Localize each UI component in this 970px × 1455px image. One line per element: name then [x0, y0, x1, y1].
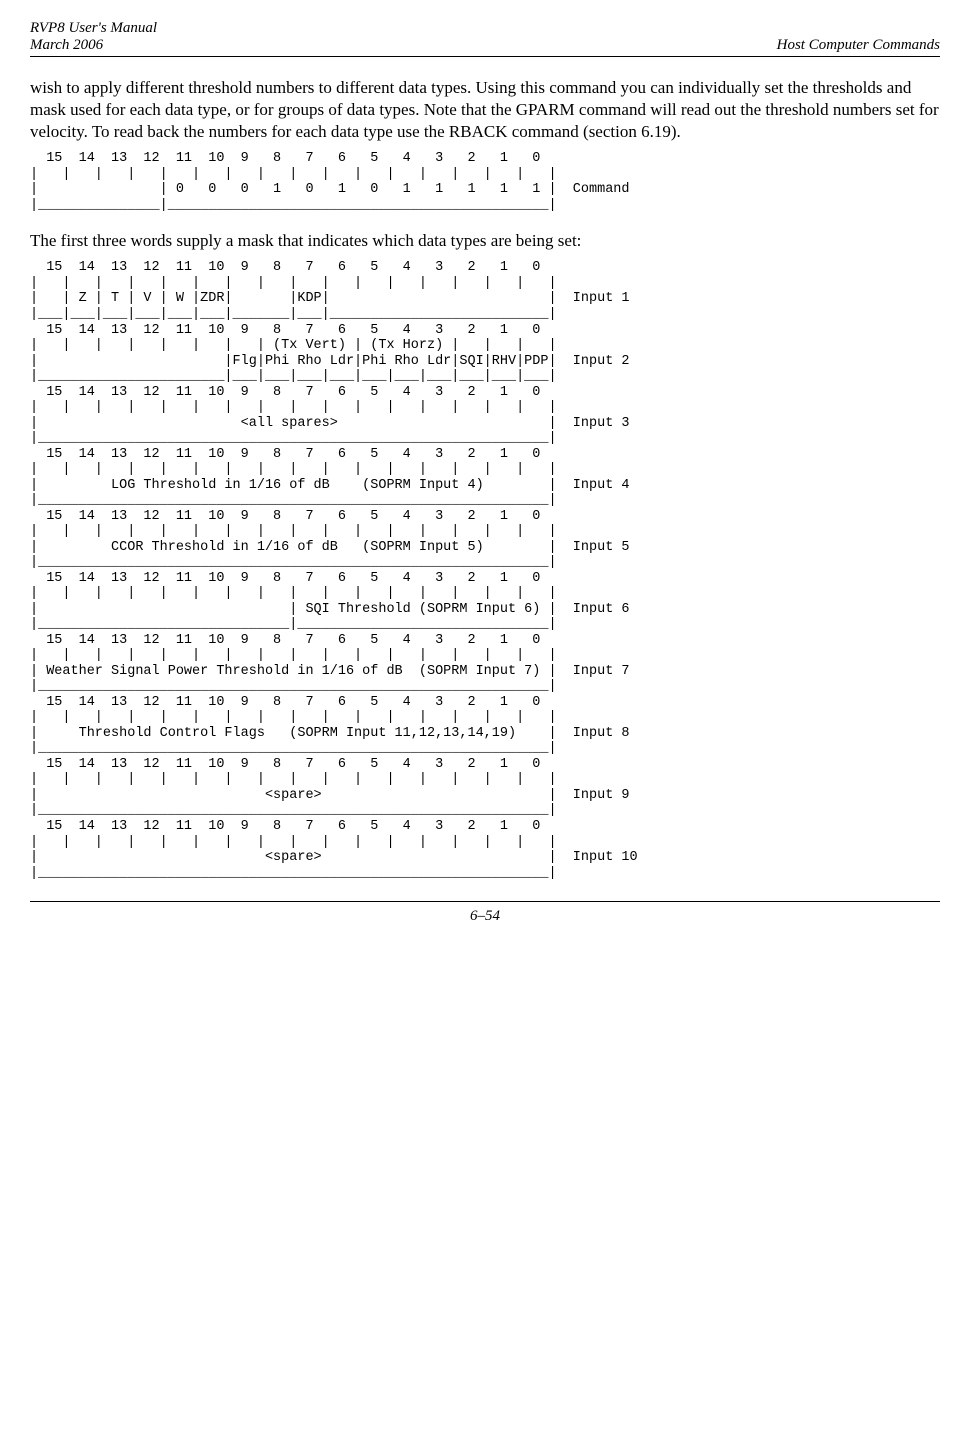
- paragraph-mask-note: The first three words supply a mask that…: [30, 230, 940, 252]
- section-title: Host Computer Commands: [777, 37, 940, 53]
- manual-date: March 2006: [30, 37, 103, 53]
- manual-title: RVP8 User's Manual: [30, 20, 157, 36]
- bit-diagram-command: 15 14 13 12 11 10 9 8 7 6 5 4 3 2 1 0 | …: [30, 151, 940, 213]
- bit-diagram-inputs: 15 14 13 12 11 10 9 8 7 6 5 4 3 2 1 0 | …: [30, 260, 940, 881]
- page-footer: 6–54: [30, 901, 940, 925]
- page-header: RVP8 User's Manual March 2006 Host Compu…: [30, 20, 940, 57]
- header-right: Host Computer Commands: [777, 20, 940, 54]
- header-left: RVP8 User's Manual March 2006: [30, 20, 157, 54]
- page-number: 6–54: [470, 908, 500, 924]
- paragraph-intro: wish to apply different threshold number…: [30, 77, 940, 143]
